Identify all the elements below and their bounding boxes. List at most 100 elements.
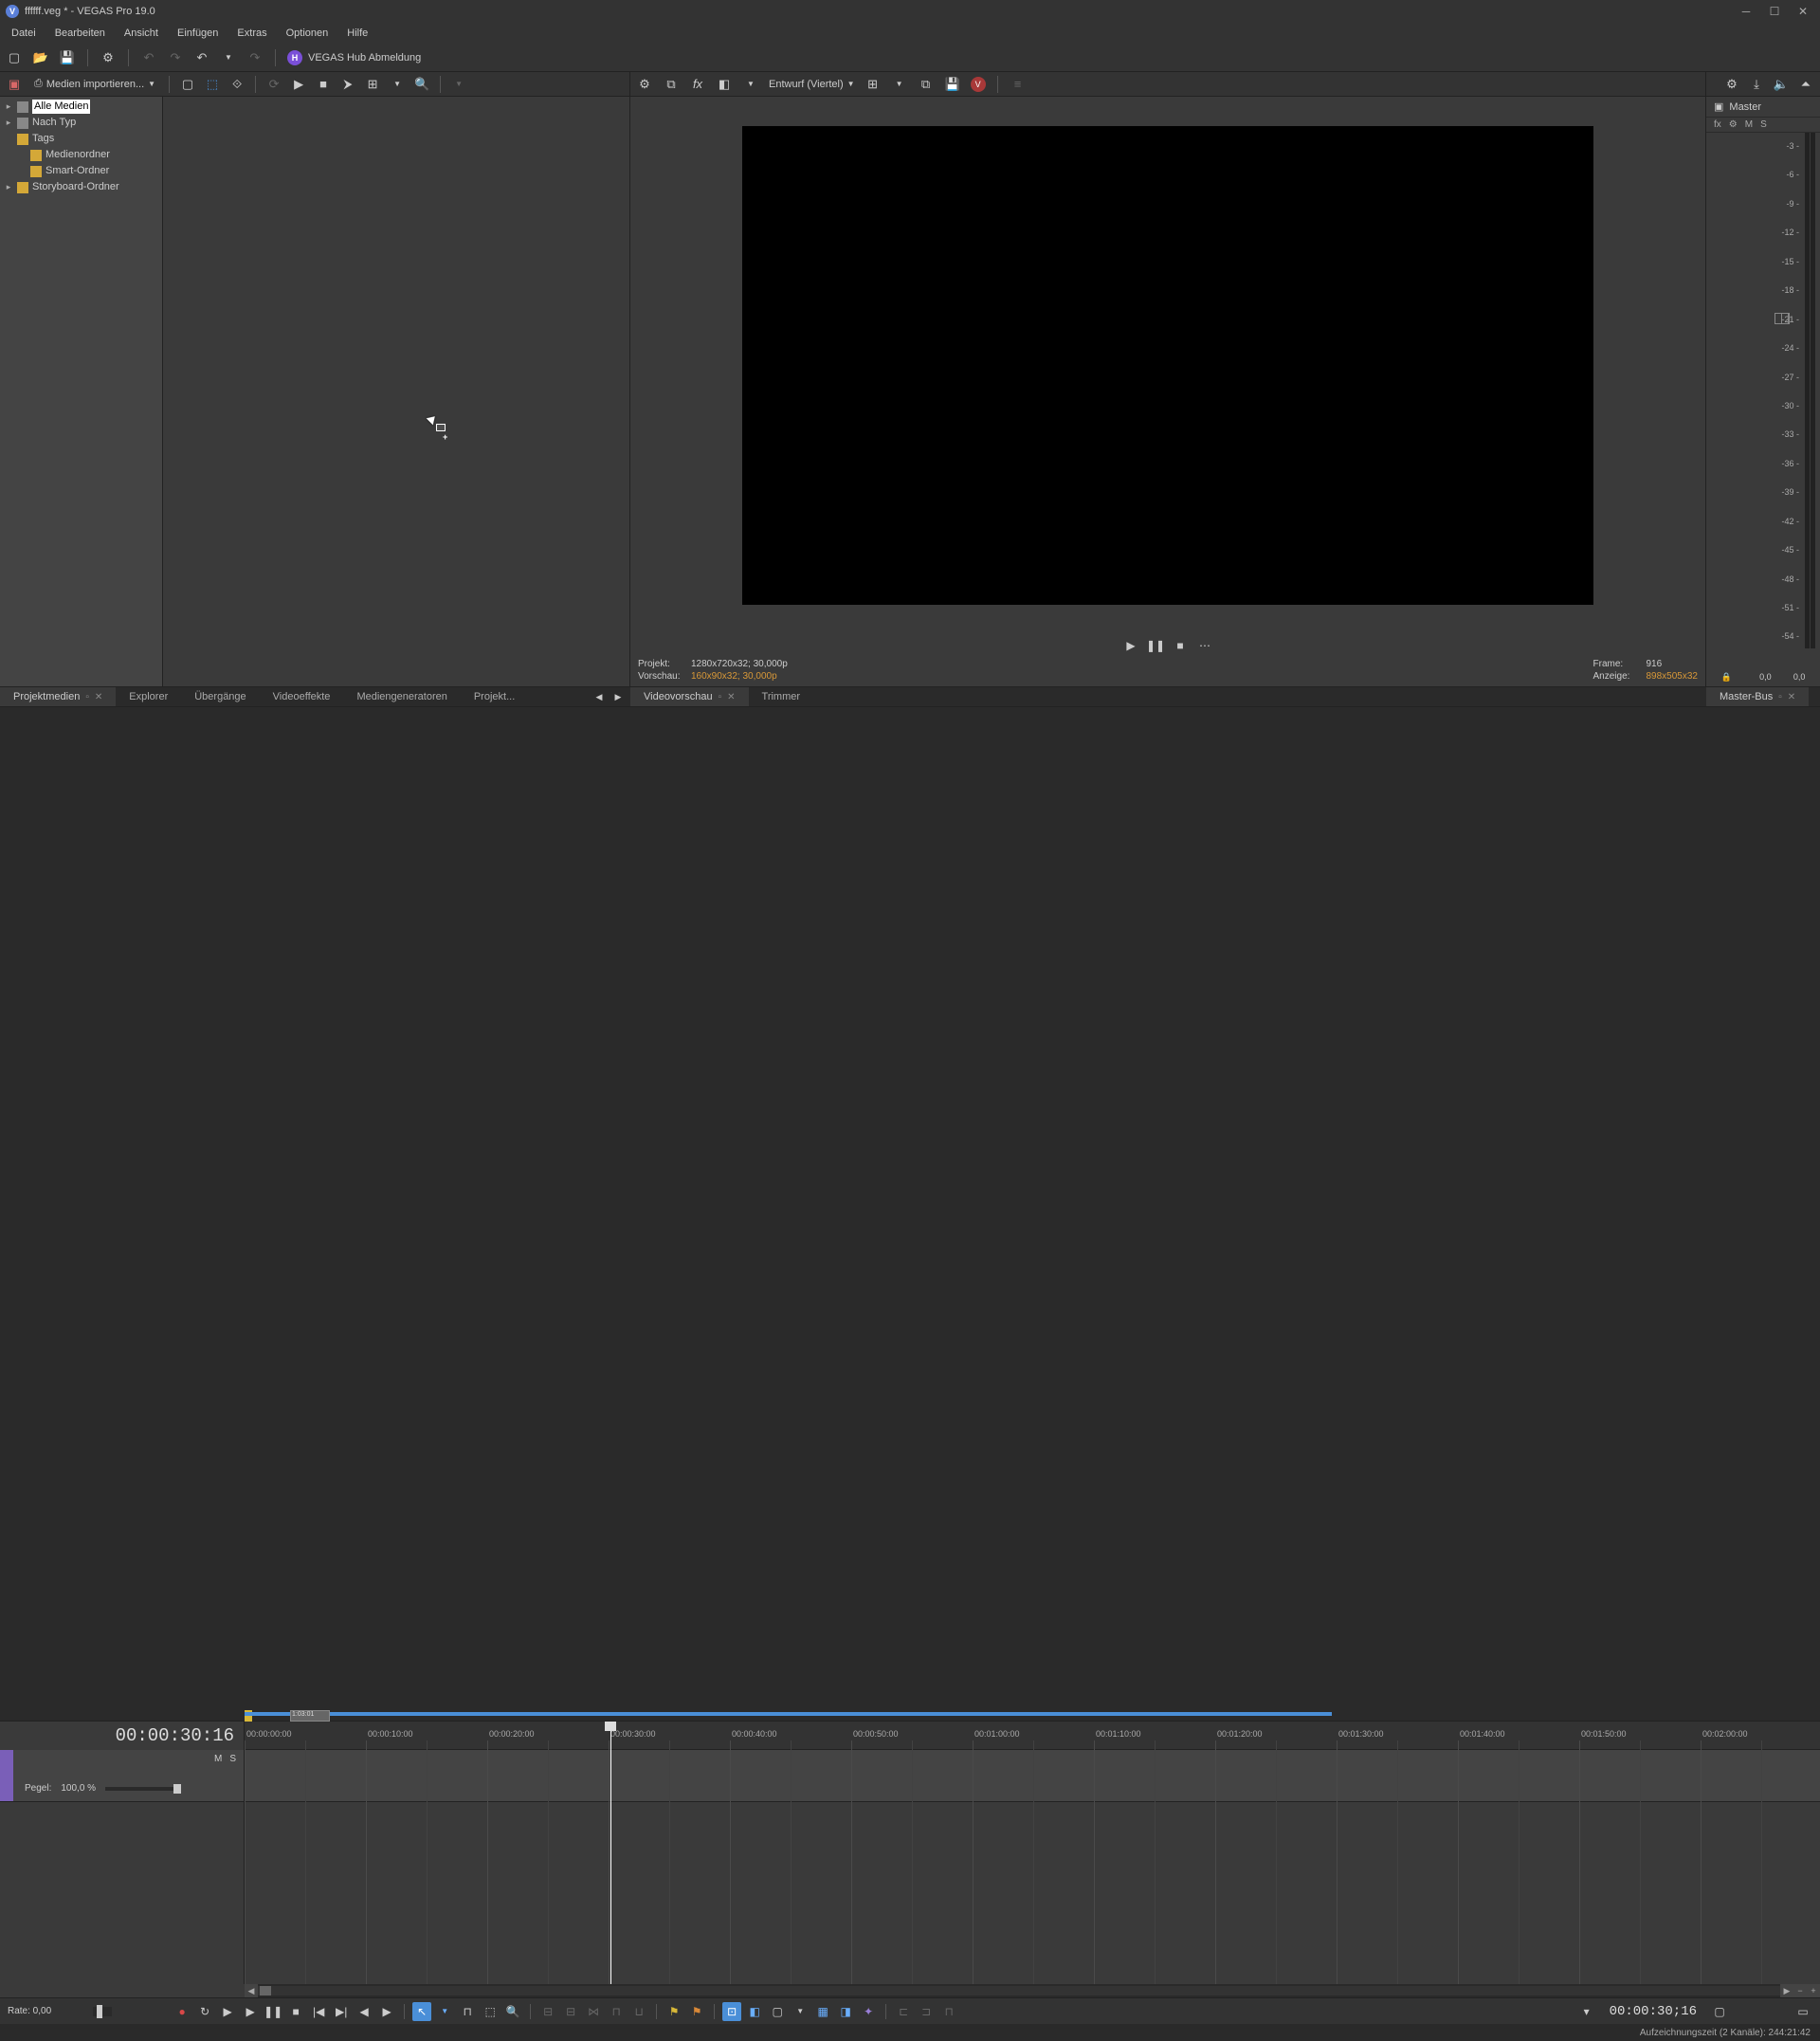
media-bin-area[interactable]: + [163, 97, 629, 686]
scroll-right-icon[interactable]: ▶ [1780, 1984, 1793, 1997]
tab-videovorschau[interactable]: Videovorschau▫✕ [630, 687, 749, 706]
downmix-icon[interactable]: ⤓ [1748, 76, 1765, 93]
zoom-tool-icon[interactable]: 🔍 [503, 2002, 522, 2021]
minimize-button[interactable]: ─ [1740, 6, 1752, 17]
tree-item-alle-medien[interactable]: ▸Alle Medien [0, 99, 162, 115]
cursor-pos-icon[interactable]: ▾ [1577, 2002, 1596, 2021]
menu-einfügen[interactable]: Einfügen [168, 24, 228, 43]
dim-icon[interactable]: 🔈 [1773, 76, 1790, 93]
tab-videoeffekte[interactable]: Videoeffekte [260, 687, 344, 706]
undock-icon[interactable]: ▫ [85, 692, 89, 702]
go-end-icon[interactable]: ▶| [332, 2002, 351, 2021]
mixer-settings-icon[interactable]: ⚙ [1723, 76, 1740, 93]
preview-viewport[interactable] [630, 97, 1705, 633]
maximize-timeline-icon[interactable]: ▭ [1793, 2002, 1812, 2021]
expand-icon[interactable]: ▸ [4, 180, 13, 194]
video-scopes-icon[interactable]: V [971, 77, 986, 92]
save-icon[interactable]: 💾 [59, 49, 76, 66]
tab-trimmer[interactable]: Trimmer [749, 687, 814, 706]
master-fx-button[interactable]: fx [1714, 119, 1721, 130]
overlays-icon[interactable]: ⊞ [864, 76, 882, 93]
preview-quality-dropdown[interactable]: Entwurf (Viertel) ▼ [769, 79, 855, 90]
tab-explorer[interactable]: Explorer [116, 687, 181, 706]
close-tab-icon[interactable]: ✕ [1788, 692, 1795, 702]
loop-region[interactable] [245, 1712, 1332, 1716]
timeline-scrollbar[interactable]: ◀ ▶ − + [245, 1984, 1820, 1997]
split-screen-icon[interactable]: ◧ [716, 76, 733, 93]
tree-item-nach-typ[interactable]: ▸Nach Typ [0, 115, 162, 131]
preview-external-icon[interactable]: ⧉ [663, 76, 680, 93]
loop-icon[interactable]: ↻ [195, 2002, 214, 2021]
capture-icon[interactable]: ▢ [179, 76, 196, 93]
video-envelope-icon[interactable]: ◨ [836, 2002, 855, 2021]
transport-time[interactable]: 00:00:30;16 [1610, 2004, 1697, 2019]
auto-crossfade-icon[interactable]: ⋈ [584, 2002, 603, 2021]
menu-datei[interactable]: Datei [2, 24, 46, 43]
trim-start-icon[interactable]: ⊏ [894, 2002, 913, 2021]
record-icon[interactable]: ● [173, 2002, 191, 2021]
tree-item-medienordner[interactable]: Medienordner [0, 147, 162, 163]
undock-icon[interactable]: ▫ [719, 692, 722, 702]
audio-track-lane[interactable] [245, 1750, 1820, 1802]
expand-icon[interactable]: ▸ [4, 116, 13, 130]
faders-icon[interactable]: ⏶ [1797, 76, 1814, 93]
preview-pause-icon[interactable]: ❚❚ [1148, 638, 1163, 653]
close-tab-icon[interactable]: ✕ [95, 692, 102, 702]
rate-slider[interactable] [93, 2007, 112, 2016]
track-m-button[interactable]: M [214, 1754, 222, 1764]
undo-icon[interactable]: ↶ [193, 49, 210, 66]
preview-play-icon[interactable]: ▶ [1123, 638, 1138, 653]
timeline-ruler[interactable]: 00:00:00:0000:00:10:0000:00:20:0000:00:3… [245, 1722, 1820, 1750]
scroll-thumb[interactable] [260, 1986, 271, 1995]
view-dropdown-icon[interactable]: ▼ [389, 76, 406, 93]
master-⚙-button[interactable]: ⚙ [1729, 119, 1738, 130]
marker-chip[interactable]: 1:03:01 [290, 1710, 330, 1722]
close-button[interactable]: ✕ [1797, 6, 1809, 17]
cursor-time-display[interactable]: 00:00:30:16 [0, 1722, 244, 1750]
play-media-icon[interactable]: ▶ [290, 76, 307, 93]
lock-env-icon[interactable]: ⊟ [538, 2002, 557, 2021]
tab-scroll-right-icon[interactable]: ▶ [610, 688, 627, 705]
close-tab-icon[interactable]: ✕ [727, 692, 735, 702]
open-icon[interactable]: 📂 [32, 49, 49, 66]
master-s-button[interactable]: S [1760, 119, 1767, 130]
tab-master-bus[interactable]: Master-Bus▫✕ [1706, 687, 1809, 706]
redo-icon[interactable]: ↷ [246, 49, 264, 66]
menu-extras[interactable]: Extras [228, 24, 276, 43]
stop-icon[interactable]: ■ [286, 2002, 305, 2021]
maximize-button[interactable]: ☐ [1769, 6, 1780, 17]
menu-bearbeiten[interactable]: Bearbeiten [46, 24, 115, 43]
normal-edit-tool-icon[interactable]: ↖ [412, 2002, 431, 2021]
preview-props-icon[interactable]: ⚙ [636, 76, 653, 93]
search-icon[interactable]: 🔍 [413, 76, 430, 93]
tab--berg-nge[interactable]: Übergänge [181, 687, 259, 706]
get-media-icon[interactable]: ⬚ [204, 76, 221, 93]
menu-hilfe[interactable]: Hilfe [337, 24, 377, 43]
auto-ripple-icon[interactable]: ⊟ [561, 2002, 580, 2021]
trim-end-icon[interactable]: ⊐ [917, 2002, 936, 2021]
level-slider[interactable] [105, 1787, 181, 1791]
snap-dropdown-icon[interactable]: ▼ [791, 2002, 810, 2021]
quantize-frames-icon[interactable]: ▦ [813, 2002, 832, 2021]
options-dropdown-icon[interactable]: ▼ [450, 76, 467, 93]
undock-icon[interactable]: ▫ [1778, 692, 1782, 702]
snapping-icon[interactable]: ⊔ [629, 2002, 648, 2021]
split-dropdown-icon[interactable]: ▼ [742, 76, 759, 93]
snap-options-icon[interactable]: ▢ [768, 2002, 787, 2021]
new-project-icon[interactable]: ▢ [6, 49, 23, 66]
copy-snapshot-icon[interactable]: ⧉ [918, 76, 935, 93]
menu-ansicht[interactable]: Ansicht [115, 24, 168, 43]
region-icon[interactable]: ⚑ [687, 2002, 706, 2021]
timeline-tracks-area[interactable]: 00:00:00:0000:00:10:0000:00:20:0000:00:3… [245, 1722, 1820, 1984]
save-snapshot-icon[interactable]: 💾 [944, 76, 961, 93]
play-icon[interactable]: ▶ [241, 2002, 260, 2021]
preview-stop-icon[interactable]: ■ [1173, 638, 1188, 653]
tree-item-smart-ordner[interactable]: Smart-Ordner [0, 163, 162, 179]
track-s-button[interactable]: S [229, 1754, 236, 1764]
tab-mediengeneratoren[interactable]: Mediengeneratoren [343, 687, 460, 706]
zoom-in-icon[interactable]: + [1807, 1984, 1820, 1997]
expand-icon[interactable]: ▸ [4, 100, 13, 114]
tab-scroll-left-icon[interactable]: ◀ [591, 688, 608, 705]
timecode-format-icon[interactable]: ▢ [1710, 2002, 1729, 2021]
playhead-handle[interactable] [605, 1722, 616, 1731]
